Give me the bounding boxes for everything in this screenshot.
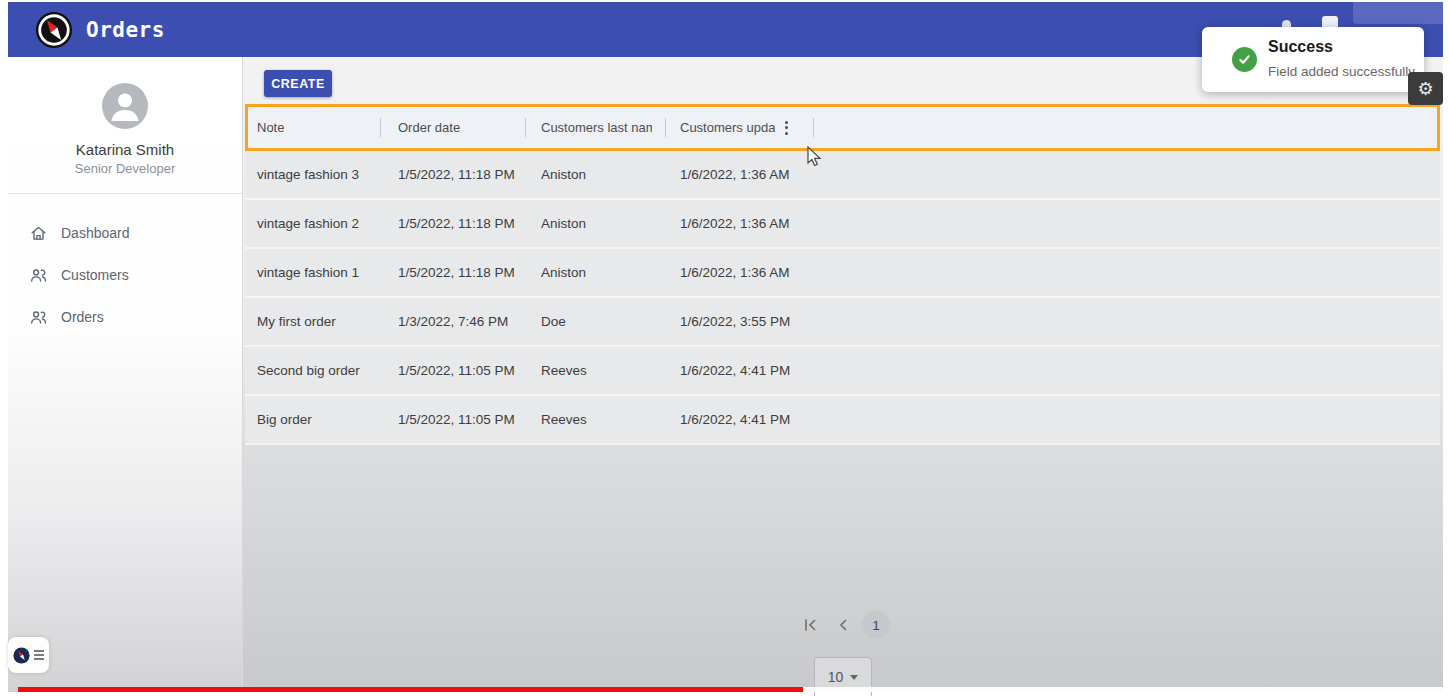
user-role: Senior Developer: [8, 161, 242, 176]
create-button[interactable]: CREATE: [264, 70, 332, 97]
cell-updated: 1/6/2022, 1:36 AM: [666, 249, 814, 296]
cell-last_name: Aniston: [526, 151, 666, 198]
cell-filler: [814, 151, 1440, 198]
bottom-logo-menu-button[interactable]: [8, 637, 49, 673]
menu-icon: [34, 650, 44, 660]
orders-table: Note Order date Customers last name Cust…: [245, 104, 1440, 445]
sidebar-item-dashboard[interactable]: Dashboard: [8, 212, 242, 254]
column-header-customers-last-name[interactable]: Customers last name: [526, 104, 666, 151]
appbar-hovered-action[interactable]: [1353, 2, 1443, 24]
compass-logo-icon: [35, 11, 73, 49]
mouse-cursor: [806, 146, 822, 168]
first-page-button[interactable]: [796, 611, 824, 639]
home-icon: [29, 224, 48, 243]
people-icon: [29, 266, 48, 285]
table-header-row: Note Order date Customers last name Cust…: [245, 104, 1440, 151]
sidebar-item-label: Orders: [61, 309, 104, 325]
cell-order_date: 1/5/2022, 11:05 PM: [381, 396, 526, 443]
cell-updated: 1/6/2022, 3:55 PM: [666, 298, 814, 345]
column-header-note[interactable]: Note: [245, 104, 381, 151]
cell-note: My first order: [245, 298, 381, 345]
table-body: vintage fashion 31/5/2022, 11:18 PMAnist…: [245, 151, 1440, 445]
main-content: CREATE Note Order date Customers last na…: [243, 57, 1443, 692]
table-row[interactable]: vintage fashion 11/5/2022, 11:18 PMAnist…: [245, 249, 1440, 298]
video-progress-played[interactable]: [18, 687, 803, 692]
page-number-button[interactable]: 1: [862, 611, 890, 639]
chevron-down-icon: [850, 675, 858, 680]
cell-note: vintage fashion 2: [245, 200, 381, 247]
toast-title: Success: [1268, 38, 1333, 56]
cell-filler: [814, 347, 1440, 394]
column-menu-icon[interactable]: [785, 121, 788, 135]
settings-gear-button[interactable]: ⚙: [1408, 72, 1443, 105]
cell-note: Big order: [245, 396, 381, 443]
toast-message: Field added successfully: [1268, 64, 1415, 79]
sidebar-menu: Dashboard Customers Orders: [8, 194, 242, 338]
cell-updated: 1/6/2022, 1:36 AM: [666, 151, 814, 198]
success-check-icon: [1232, 47, 1257, 72]
sidebar-item-label: Customers: [61, 267, 129, 283]
table-row[interactable]: Big order1/5/2022, 11:05 PMReeves1/6/202…: [245, 396, 1440, 445]
cell-filler: [814, 396, 1440, 443]
page-size-value: 10: [828, 669, 844, 685]
cell-updated: 1/6/2022, 1:36 AM: [666, 200, 814, 247]
cell-order_date: 1/5/2022, 11:05 PM: [381, 347, 526, 394]
cell-order_date: 1/5/2022, 11:18 PM: [381, 151, 526, 198]
video-progress-remaining[interactable]: [803, 687, 1443, 692]
cell-order_date: 1/5/2022, 11:18 PM: [381, 200, 526, 247]
cell-last_name: Reeves: [526, 396, 666, 443]
sidebar-item-label: Dashboard: [61, 225, 130, 241]
cell-order_date: 1/3/2022, 7:46 PM: [381, 298, 526, 345]
cell-last_name: Reeves: [526, 347, 666, 394]
cell-last_name: Aniston: [526, 200, 666, 247]
cell-filler: [814, 200, 1440, 247]
cell-filler: [814, 249, 1440, 296]
column-header-filler: [814, 104, 1440, 151]
cell-updated: 1/6/2022, 4:41 PM: [666, 347, 814, 394]
sidebar-item-orders[interactable]: Orders: [8, 296, 242, 338]
column-header-order-date[interactable]: Order date: [381, 104, 526, 151]
page-title: Orders: [86, 18, 165, 42]
column-header-customers-updated[interactable]: Customers updated: [666, 104, 814, 151]
previous-page-button[interactable]: [829, 611, 857, 639]
cell-filler: [814, 298, 1440, 345]
app-window: Orders Katarina Smith Senior Developer: [8, 2, 1443, 692]
cell-last_name: Aniston: [526, 249, 666, 296]
user-name: Katarina Smith: [8, 141, 242, 158]
compass-mini-icon: [13, 647, 30, 664]
table-row[interactable]: vintage fashion 21/5/2022, 11:18 PMAnist…: [245, 200, 1440, 249]
success-toast[interactable]: Success Field added successfully: [1202, 27, 1424, 92]
table-row[interactable]: Second big order1/5/2022, 11:05 PMReeves…: [245, 347, 1440, 396]
cell-last_name: Doe: [526, 298, 666, 345]
sidebar: Katarina Smith Senior Developer Dashboar…: [8, 57, 243, 692]
cell-order_date: 1/5/2022, 11:18 PM: [381, 249, 526, 296]
cell-updated: 1/6/2022, 4:41 PM: [666, 396, 814, 443]
pagination: 1: [243, 611, 1443, 639]
avatar: [102, 83, 148, 129]
table-row[interactable]: My first order1/3/2022, 7:46 PMDoe1/6/20…: [245, 298, 1440, 347]
table-row[interactable]: vintage fashion 31/5/2022, 11:18 PMAnist…: [245, 151, 1440, 200]
people-icon: [29, 308, 48, 327]
sidebar-item-customers[interactable]: Customers: [8, 254, 242, 296]
cell-note: Second big order: [245, 347, 381, 394]
cell-note: vintage fashion 3: [245, 151, 381, 198]
cell-note: vintage fashion 1: [245, 249, 381, 296]
user-profile: Katarina Smith Senior Developer: [8, 57, 242, 194]
